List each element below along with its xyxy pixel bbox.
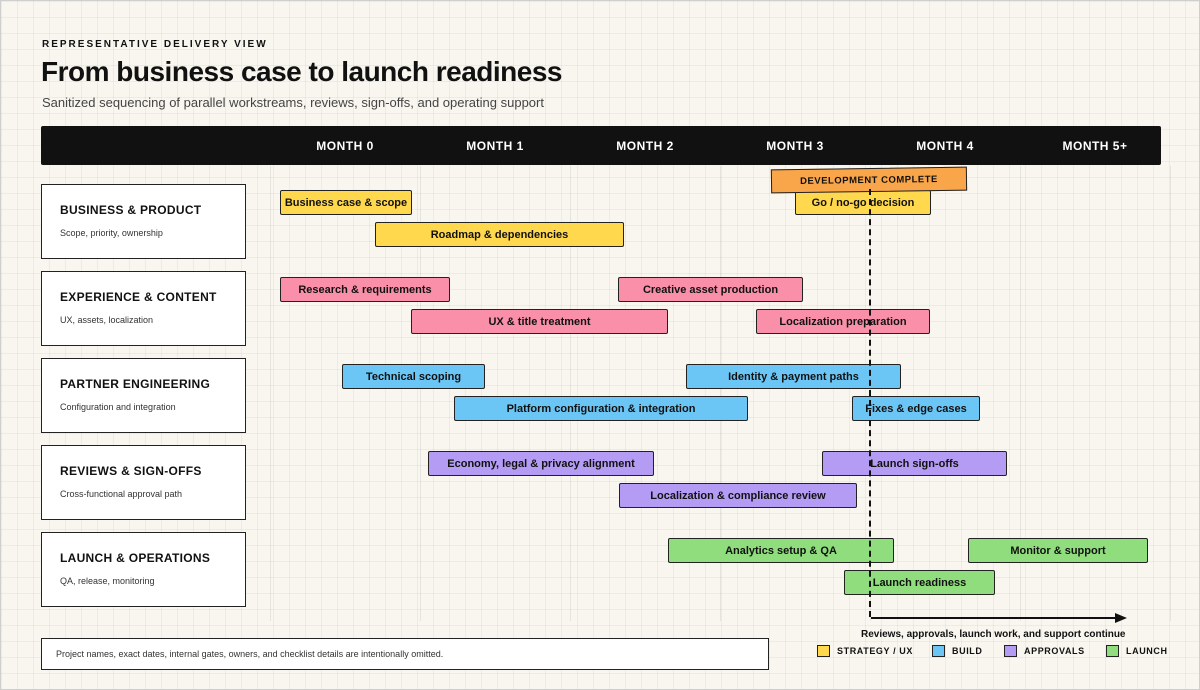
legend-build: BUILD (932, 645, 983, 657)
continue-arrow-icon (871, 613, 1127, 623)
lane-experience-content: EXPERIENCE & CONTENT UX, assets, localiz… (41, 271, 246, 346)
page-title: From business case to launch readiness (41, 56, 562, 87)
month-header-bar: MONTH 0 MONTH 1 MONTH 2 MONTH 3 MONTH 4 … (41, 126, 1161, 165)
legend-label: BUILD (952, 646, 983, 656)
timeline-canvas: REPRESENTATIVE DELIVERY VIEW From busine… (0, 0, 1200, 690)
month-2-label: MONTH 2 (616, 139, 674, 153)
month-0-label: MONTH 0 (316, 139, 374, 153)
task-technical-scoping: Technical scoping (342, 364, 485, 389)
task-localization-preparation: Localization preparation (756, 309, 930, 334)
continue-note: Reviews, approvals, launch work, and sup… (861, 629, 1126, 640)
task-business-case-scope: Business case & scope (280, 190, 412, 215)
footnote-box: Project names, exact dates, internal gat… (41, 638, 769, 670)
legend-swatch (1004, 645, 1017, 657)
lane-title: BUSINESS & PRODUCT (60, 203, 202, 217)
legend-label: STRATEGY / UX (837, 646, 913, 656)
lane-partner-engineering: PARTNER ENGINEERING Configuration and in… (41, 358, 246, 433)
lane-launch-operations: LAUNCH & OPERATIONS QA, release, monitor… (41, 532, 246, 607)
month-5-label: MONTH 5+ (1062, 139, 1128, 153)
lane-title: REVIEWS & SIGN-OFFS (60, 464, 202, 478)
task-creative-asset-production: Creative asset production (618, 277, 803, 302)
page-subtitle: Sanitized sequencing of parallel workstr… (42, 95, 544, 110)
lane-subtitle: QA, release, monitoring (60, 576, 155, 586)
task-go-no-go-decision: Go / no-go decision (795, 190, 931, 215)
legend-approvals: APPROVALS (1004, 645, 1085, 657)
task-economy-legal-privacy: Economy, legal & privacy alignment (428, 451, 654, 476)
task-roadmap-dependencies: Roadmap & dependencies (375, 222, 624, 247)
task-localization-compliance-review: Localization & compliance review (619, 483, 857, 508)
task-launch-readiness: Launch readiness (844, 570, 995, 595)
task-launch-signoffs: Launch sign-offs (822, 451, 1007, 476)
legend-label: LAUNCH (1126, 646, 1168, 656)
lane-title: LAUNCH & OPERATIONS (60, 551, 211, 565)
task-fixes-edge-cases: Fixes & edge cases (852, 396, 980, 421)
lane-subtitle: UX, assets, localization (60, 315, 154, 325)
lane-business-product: BUSINESS & PRODUCT Scope, priority, owne… (41, 184, 246, 259)
lane-title: PARTNER ENGINEERING (60, 377, 211, 391)
task-research-requirements: Research & requirements (280, 277, 450, 302)
month-3-label: MONTH 3 (766, 139, 824, 153)
milestone-dashed-line (869, 189, 871, 617)
lane-subtitle: Scope, priority, ownership (60, 228, 163, 238)
task-ux-title-treatment: UX & title treatment (411, 309, 668, 334)
legend-label: APPROVALS (1024, 646, 1085, 656)
lane-title: EXPERIENCE & CONTENT (60, 290, 217, 304)
month-1-label: MONTH 1 (466, 139, 524, 153)
legend-swatch (1106, 645, 1119, 657)
legend-swatch (817, 645, 830, 657)
legend-swatch (932, 645, 945, 657)
lane-subtitle: Cross-functional approval path (60, 489, 183, 499)
eyebrow-label: REPRESENTATIVE DELIVERY VIEW (42, 39, 268, 50)
legend-strategy: STRATEGY / UX (817, 645, 913, 657)
task-analytics-setup-qa: Analytics setup & QA (668, 538, 894, 563)
gridline (270, 166, 271, 621)
lane-reviews-signoffs: REVIEWS & SIGN-OFFS Cross-functional app… (41, 445, 246, 520)
task-platform-configuration: Platform configuration & integration (454, 396, 748, 421)
task-monitor-support: Monitor & support (968, 538, 1148, 563)
month-4-label: MONTH 4 (916, 139, 974, 153)
gridline (1170, 166, 1171, 621)
legend-launch: LAUNCH (1106, 645, 1168, 657)
footnote-text: Project names, exact dates, internal gat… (56, 649, 444, 659)
lane-subtitle: Configuration and integration (60, 402, 176, 412)
